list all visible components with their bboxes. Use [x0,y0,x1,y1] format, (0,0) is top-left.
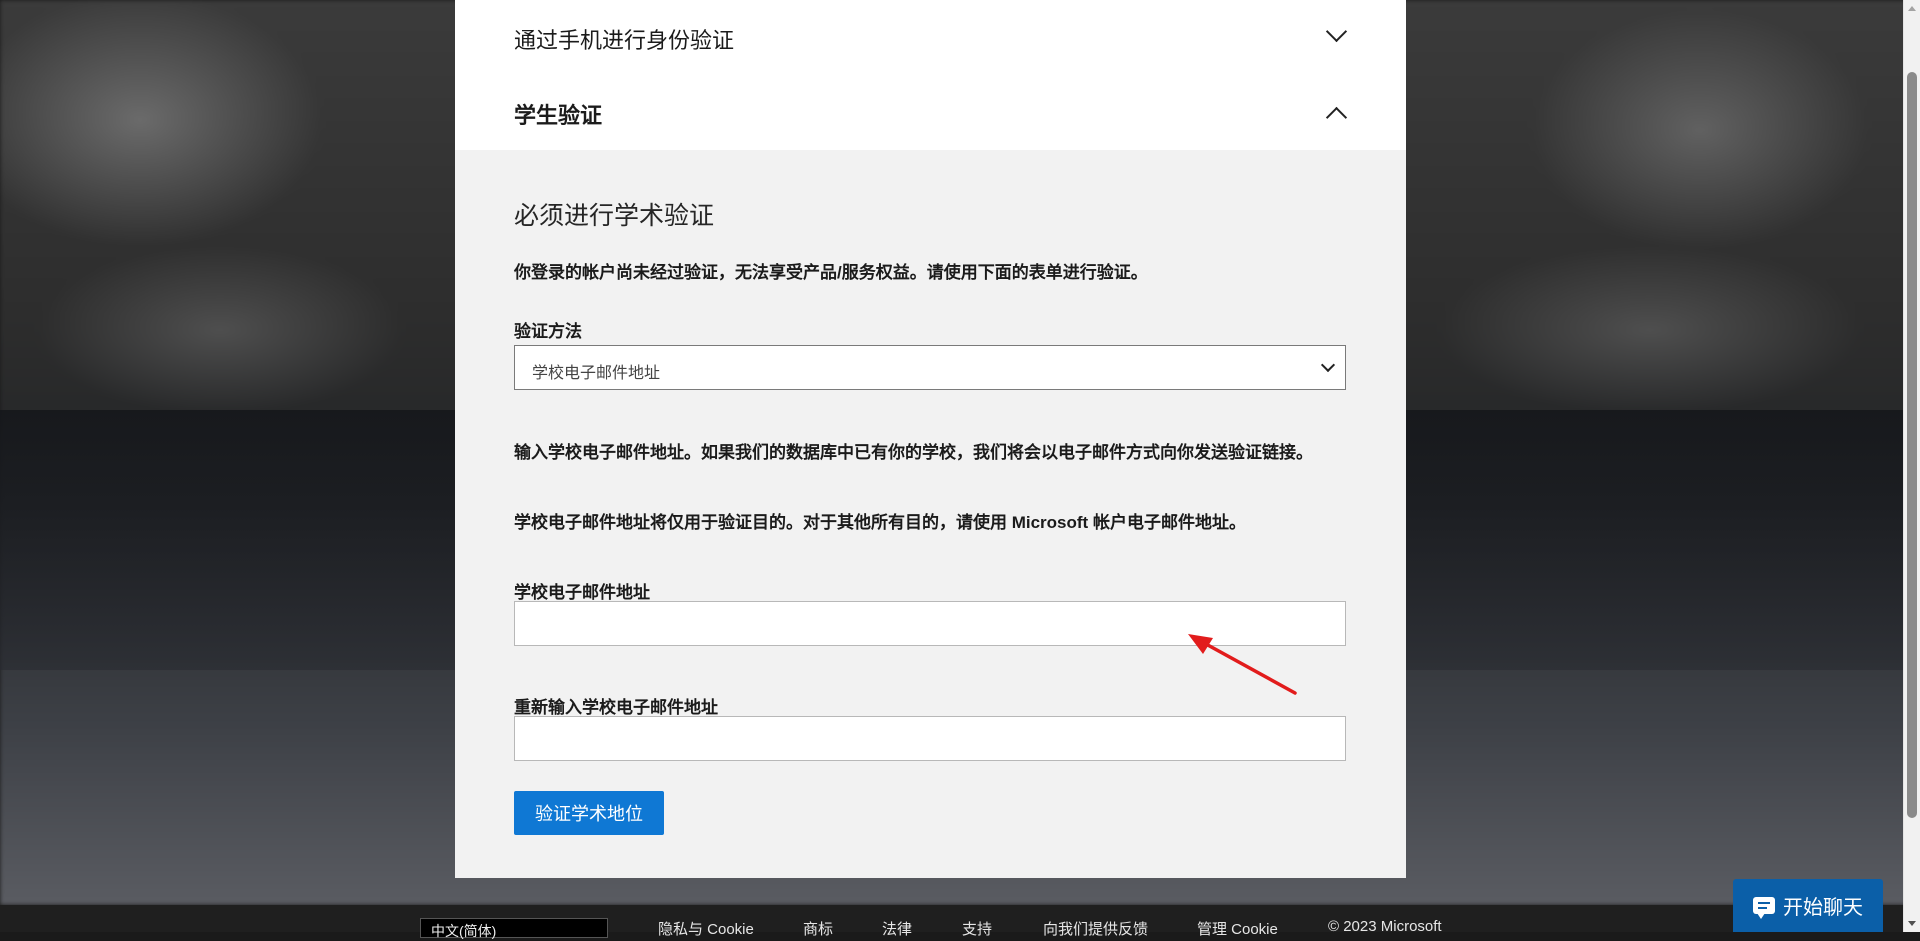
verification-card: 通过手机进行身份验证 学生验证 必须进行学术验证 你登录的帐户尚未经过验证，无法… [455,0,1406,878]
footer-link-feedback[interactable]: 向我们提供反馈 [1043,918,1148,939]
verify-academic-status-button[interactable]: 验证学术地位 [514,791,664,835]
method-label: 验证方法 [514,322,582,341]
school-email-label: 学校电子邮件地址 [514,583,650,602]
accordion-phone-verification[interactable]: 通过手机进行身份验证 [455,0,1406,72]
student-verification-panel: 必须进行学术验证 你登录的帐户尚未经过验证，无法享受产品/服务权益。请使用下面的… [455,150,1406,878]
footer-copyright: © 2023 Microsoft [1328,918,1442,935]
footer: 中文(简体) 隐私与 Cookie 商标 法律 支持 向我们提供反馈 管理 Co… [0,905,1903,939]
chevron-down-icon[interactable] [1325,20,1348,43]
footer-link-manage-cookies[interactable]: 管理 Cookie [1197,918,1278,939]
footer-link-privacy[interactable]: 隐私与 Cookie [658,918,754,939]
accordion-student-verification[interactable]: 学生验证 [455,76,1406,148]
red-arrow-annotation [1188,634,1297,695]
page-scrollbar[interactable] [1903,0,1920,932]
confirm-email-label: 重新输入学校电子邮件地址 [514,698,718,717]
footer-link-support[interactable]: 支持 [962,918,992,939]
scrollbar-thumb[interactable] [1907,72,1917,818]
chevron-down-icon [1320,357,1336,373]
info-text-2: 学校电子邮件地址将仅用于验证目的。对于其他所有目的，请使用 Microsoft … [514,513,1246,532]
chat-bubble-icon [1753,897,1775,919]
start-chat-label: 开始聊天 [1783,897,1863,919]
accordion-student-title: 学生验证 [514,103,603,128]
verification-method-select[interactable]: 学校电子邮件地址 [514,345,1346,390]
start-chat-button[interactable]: 开始聊天 [1733,879,1883,932]
info-text-1: 输入学校电子邮件地址。如果我们的数据库中已有你的学校，我们将会以电子邮件方式向你… [514,443,1313,462]
intro-text: 你登录的帐户尚未经过验证，无法享受产品/服务权益。请使用下面的表单进行验证。 [514,263,1148,282]
language-select[interactable]: 中文(简体) [420,918,608,939]
footer-link-legal[interactable]: 法律 [882,918,912,939]
chevron-up-icon[interactable] [1325,106,1348,129]
panel-heading: 必须进行学术验证 [514,202,715,230]
scroll-up-icon[interactable] [1908,6,1916,11]
footer-link-trademarks[interactable]: 商标 [803,918,833,939]
confirm-email-input[interactable] [514,716,1346,761]
scroll-down-icon[interactable] [1908,921,1916,926]
method-selected-value: 学校电子邮件地址 [532,365,661,382]
accordion-phone-title: 通过手机进行身份验证 [514,28,735,53]
